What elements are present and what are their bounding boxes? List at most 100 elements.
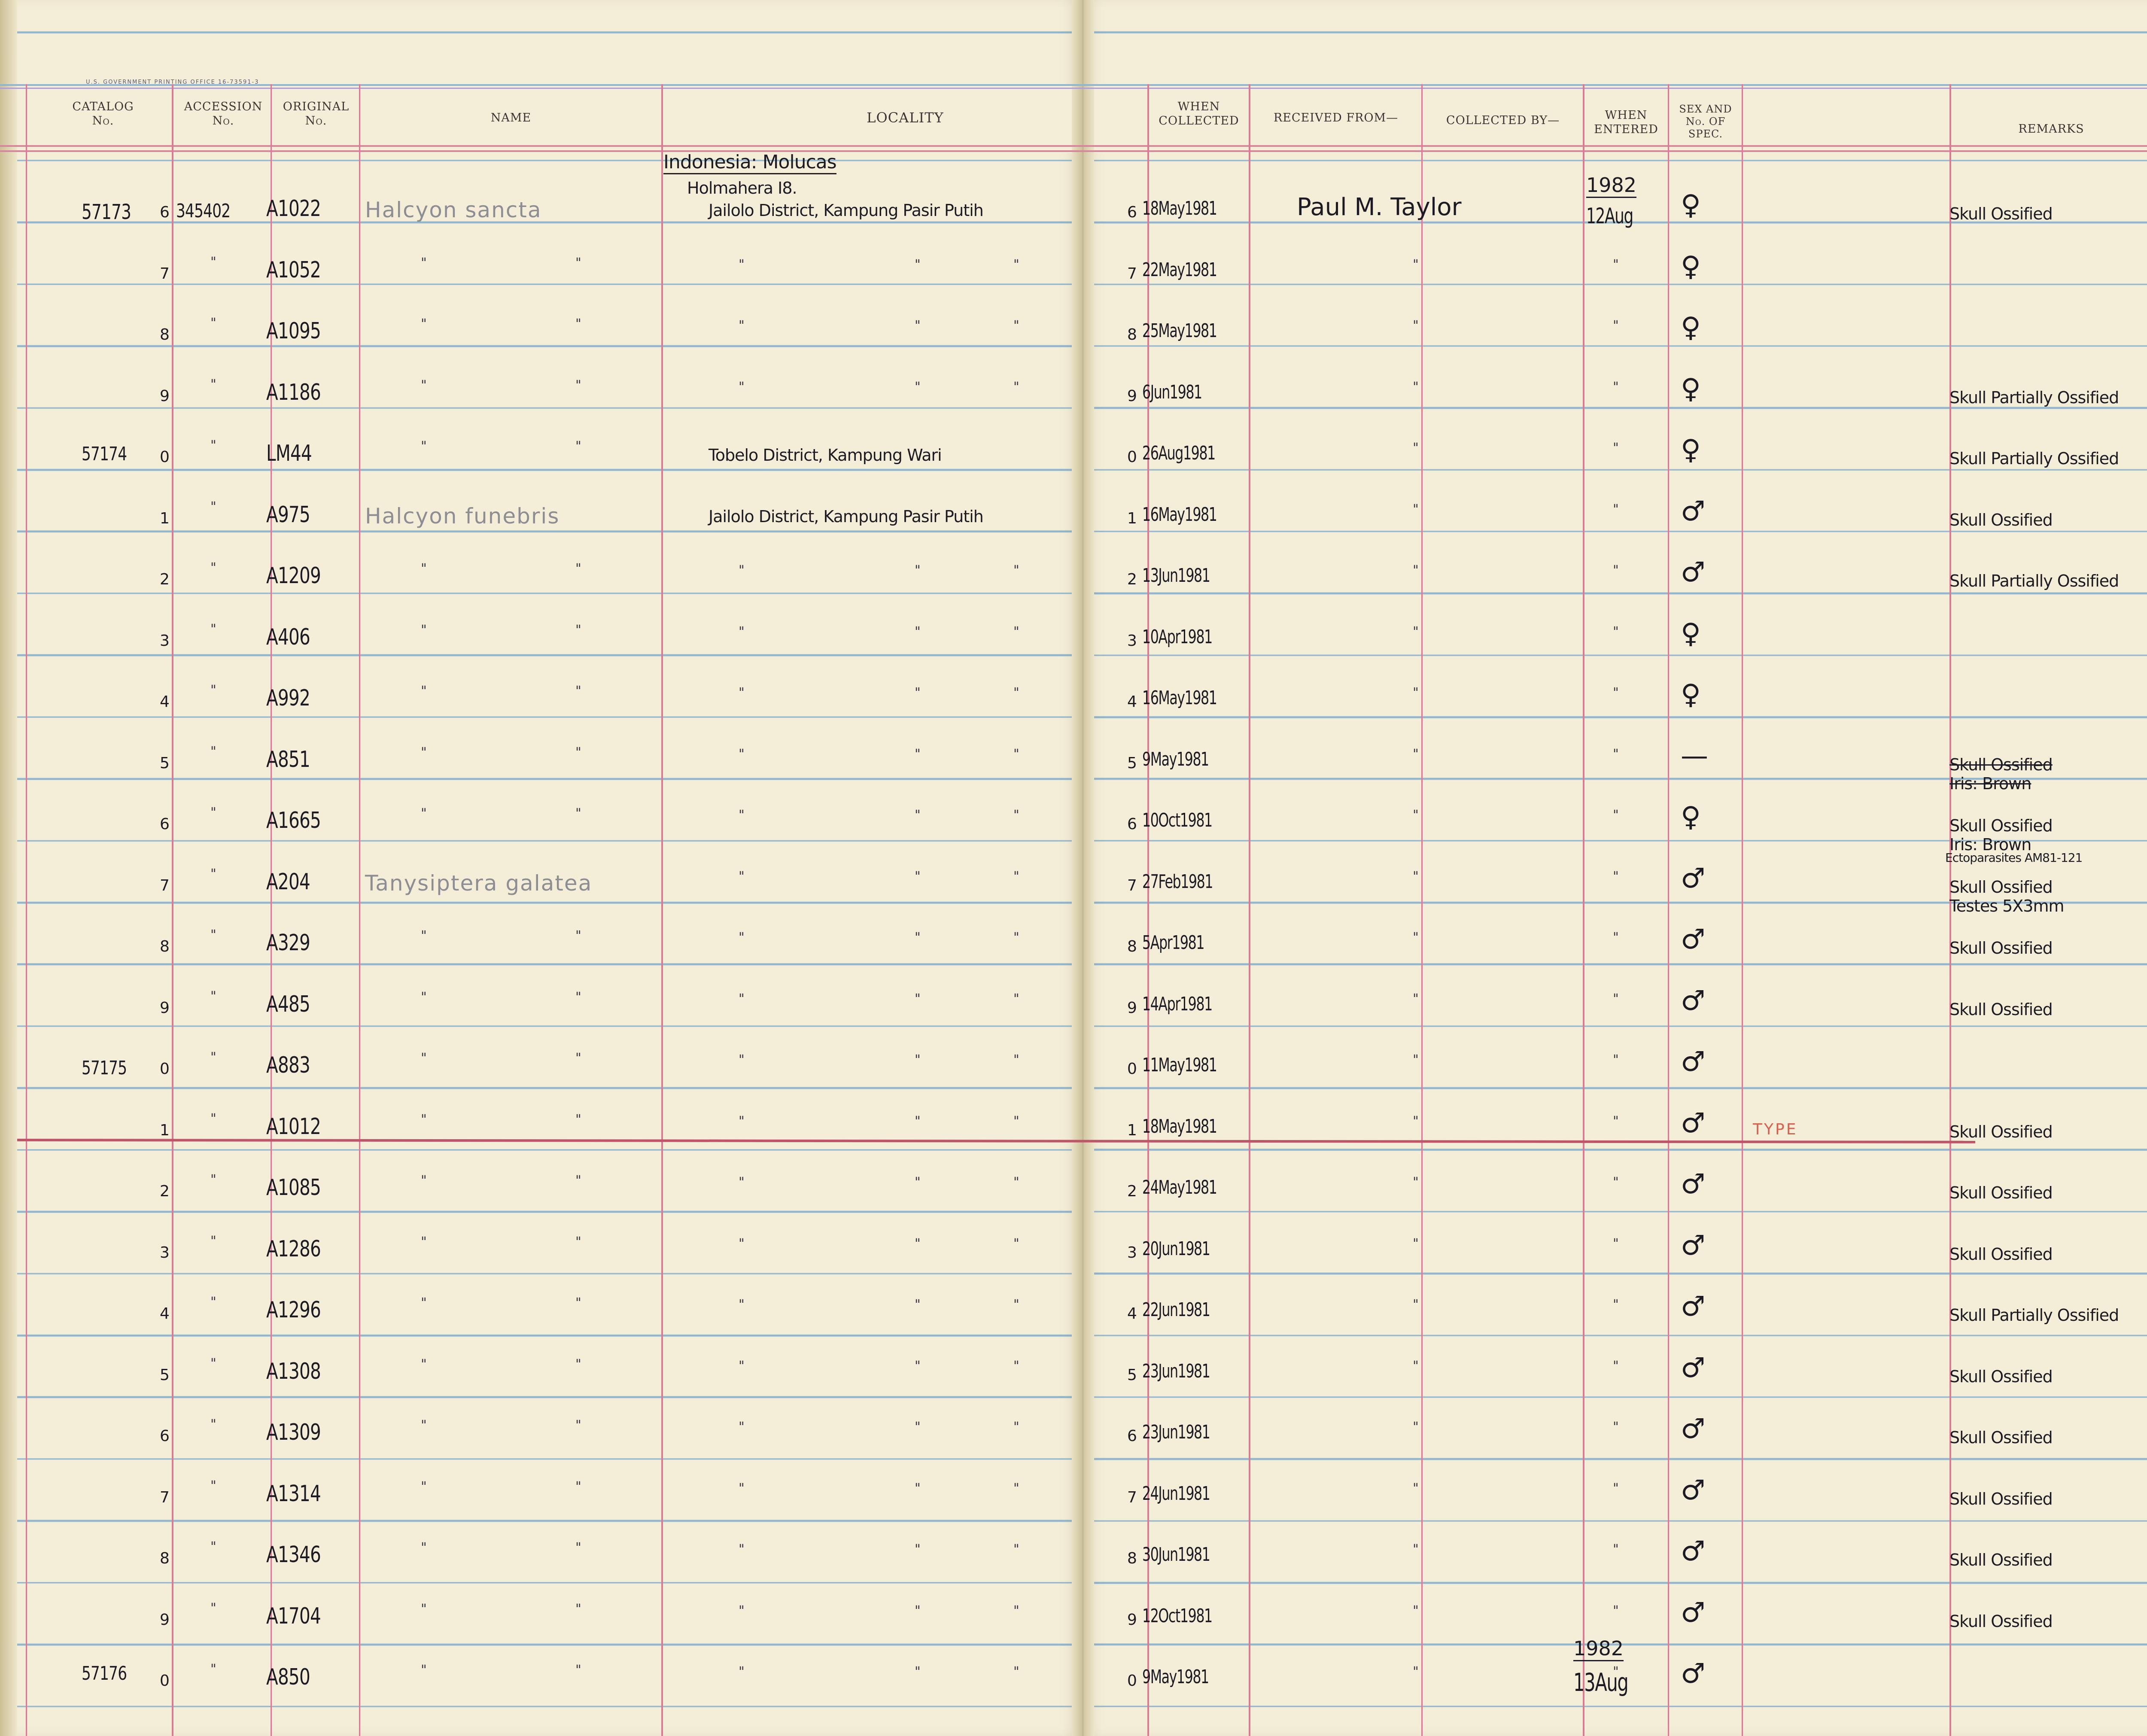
- locality-ditto: ": [1013, 318, 1019, 333]
- catalog-digit: 0: [160, 448, 170, 466]
- type-mark: TYPE: [1753, 1121, 1798, 1138]
- name-ditto: ": [421, 1234, 427, 1250]
- name-ditto: ": [421, 439, 427, 454]
- locality-ditto: ": [1013, 563, 1019, 578]
- catalog-digit: 2: [160, 571, 170, 588]
- original-number: A485: [266, 991, 310, 1017]
- collected-digit: 0: [1127, 1672, 1137, 1690]
- entered-ditto: ": [1613, 1603, 1619, 1618]
- date-collected: 16May1981: [1142, 687, 1217, 709]
- catalog-digit: 5: [160, 754, 170, 772]
- received-ditto: ": [1413, 257, 1419, 272]
- locality-ditto: ": [739, 930, 745, 945]
- header-when-entered-line1: WHEN: [1605, 109, 1648, 122]
- received-ditto: ": [1413, 624, 1419, 639]
- locality-ditto: ": [1013, 1481, 1019, 1496]
- name-ditto: ": [575, 316, 581, 331]
- locality-ditto: ": [1013, 930, 1019, 945]
- name-ditto: ": [421, 745, 427, 760]
- accession-ditto: ": [210, 316, 216, 331]
- catalog-digit: 7: [160, 265, 170, 283]
- locality-value: Jailolo District, Kampung Pasir Putih: [709, 201, 984, 220]
- locality-ditto: ": [1013, 1175, 1019, 1190]
- received-ditto: ": [1413, 1481, 1419, 1496]
- received-ditto: ": [1413, 1175, 1419, 1190]
- locality-ditto: ": [915, 1236, 921, 1251]
- header-top-rule: [0, 84, 2147, 86]
- date-collected: 23Jun1981: [1142, 1360, 1210, 1382]
- name-ditto: ": [421, 561, 427, 576]
- name-ditto: ": [575, 806, 581, 821]
- entered-ditto: ": [1613, 1052, 1619, 1067]
- received-ditto: ": [1413, 1358, 1419, 1374]
- received-ditto: ": [1413, 563, 1419, 578]
- accession-ditto: ": [210, 254, 216, 270]
- sex-symbol: ♂: [1681, 985, 1706, 1017]
- accession-ditto: ": [210, 744, 216, 759]
- locality-ditto: ": [1013, 685, 1019, 700]
- locality-ditto: ": [915, 563, 921, 578]
- locality-ditto: ": [1013, 1420, 1019, 1435]
- entered-ditto: ": [1613, 1113, 1619, 1129]
- locality-ditto: ": [1013, 869, 1019, 884]
- locality-ditto: ": [915, 991, 921, 1006]
- remark-line1: Skull Partially Ossified: [1949, 388, 2119, 407]
- accession-ditto: ": [210, 438, 216, 453]
- accession-ditto: ": [210, 1111, 216, 1126]
- locality-ditto: ": [915, 808, 921, 823]
- name-ditto: ": [575, 1112, 581, 1127]
- entered-ditto: ": [1613, 991, 1619, 1006]
- accession-ditto: ": [210, 1539, 216, 1554]
- left-page-edge: [0, 0, 17, 1736]
- locality-ditto: ": [915, 1175, 921, 1190]
- collected-digit: 6: [1127, 815, 1137, 833]
- original-number: A1209: [266, 563, 321, 589]
- collected-digit: 0: [1127, 1060, 1137, 1078]
- catalog-digit: 6: [160, 1427, 170, 1445]
- remark-line1: Skull Ossified: [1949, 1367, 2053, 1386]
- entered-year-1982: 1982: [1586, 173, 1637, 198]
- header-sex: SEX AND No. OF SPEC.: [1670, 103, 1742, 140]
- accession-ditto: ": [210, 866, 216, 882]
- locality-ditto: ": [915, 318, 921, 333]
- remark-line1: Skull Ossified: [1949, 1122, 2053, 1141]
- entered-ditto: ": [1613, 869, 1619, 884]
- entered-ditto: ": [1613, 1297, 1619, 1312]
- entered-ditto: ": [1613, 1481, 1619, 1496]
- date-collected: 10Oct1981: [1142, 809, 1213, 831]
- collected-digit: 9: [1127, 387, 1137, 405]
- header-catalog-line2: No.: [92, 114, 114, 128]
- header-original: ORIGINAL No.: [273, 100, 359, 128]
- accession-ditto: ": [210, 377, 216, 392]
- sex-symbol: ♂: [1681, 1658, 1706, 1690]
- original-number: A1095: [266, 318, 321, 344]
- received-ditto: ": [1413, 869, 1419, 884]
- name-ditto: ": [421, 1540, 427, 1555]
- received-from-value: Paul M. Taylor: [1297, 193, 1462, 221]
- header-received-from: RECEIVED FROM—: [1273, 111, 1399, 125]
- entered-year-1982-bottom: 1982: [1573, 1637, 1624, 1661]
- locality-ditto: ": [1013, 1358, 1019, 1374]
- received-ditto: ": [1413, 1052, 1419, 1067]
- header-catalog: CATALOG No.: [52, 100, 155, 128]
- col-rule-original: [359, 84, 360, 1736]
- sex-symbol: ♀: [1681, 617, 1701, 650]
- name-ditto: ": [575, 1234, 581, 1250]
- date-collected: 26Aug1981: [1142, 442, 1216, 464]
- received-ditto: ": [1413, 1664, 1419, 1679]
- header-collected-by: COLLECTED BY—: [1446, 114, 1560, 127]
- locality-ditto: ": [739, 1542, 745, 1557]
- sex-symbol: ♀: [1681, 679, 1701, 711]
- locality-ditto: ": [915, 1420, 921, 1435]
- species-name: Tanysiptera galatea: [365, 870, 593, 896]
- remark-line1: Skull Ossified: [1949, 510, 2053, 529]
- remark-line1: Skull Ossified: [1949, 1551, 2053, 1569]
- date-collected: 18May1981: [1142, 198, 1217, 219]
- sex-symbol: ♂: [1681, 1596, 1706, 1629]
- header-when-collected: WHEN COLLECTED: [1149, 100, 1249, 128]
- printer-note: U.S. GOVERNMENT PRINTING OFFICE 16-73591…: [86, 79, 259, 85]
- name-ditto: ": [575, 1663, 581, 1678]
- date-collected: 25May1981: [1142, 320, 1217, 342]
- name-ditto: ": [421, 1663, 427, 1678]
- sex-symbol: ♀: [1681, 434, 1701, 466]
